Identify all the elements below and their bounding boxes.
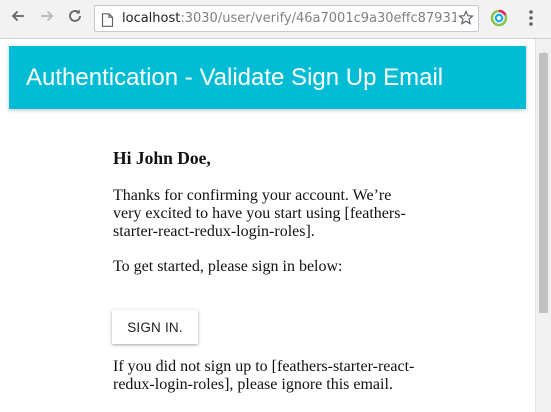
sign-in-button[interactable]: SIGN IN.	[112, 310, 198, 344]
page-viewport: Authentication - Validate Sign Up Email …	[0, 39, 535, 412]
url-text: localhost:3030/user/verify/46a7001c9a30e…	[122, 11, 456, 27]
app-bar: Authentication - Validate Sign Up Email	[9, 46, 526, 109]
menu-icon[interactable]	[524, 8, 538, 32]
vertical-scrollbar[interactable]	[535, 39, 551, 412]
reload-icon	[67, 8, 83, 28]
browser-toolbar: localhost:3030/user/verify/46a7001c9a30e…	[0, 0, 551, 39]
back-icon	[10, 8, 26, 28]
greeting: Hi John Doe,	[113, 148, 211, 168]
page-title: Authentication - Validate Sign Up Email	[26, 64, 444, 91]
url-path: :3030/user/verify/46a7001c9a30effc87931(	[180, 11, 456, 26]
reload-button[interactable]	[64, 7, 86, 29]
footer-text: If you did not sign up to [feathers-star…	[113, 358, 415, 393]
forward-icon	[39, 8, 55, 28]
scrollbar-thumb[interactable]	[539, 53, 548, 313]
signin-container: SIGN IN.	[112, 293, 423, 344]
page-icon	[101, 12, 114, 31]
back-button[interactable]	[7, 7, 29, 29]
address-bar[interactable]: localhost:3030/user/verify/46a7001c9a30e…	[94, 5, 479, 32]
extension-icon[interactable]	[489, 8, 509, 32]
intro-text: Thanks for confirming your account. We’r…	[113, 187, 406, 240]
url-host: localhost	[122, 11, 181, 26]
email-content: Hi John Doe, Thanks for confirming your …	[112, 147, 423, 394]
star-icon[interactable]	[458, 10, 474, 30]
forward-button[interactable]	[36, 7, 58, 29]
get-started-text: To get started, please sign in below:	[113, 258, 343, 275]
